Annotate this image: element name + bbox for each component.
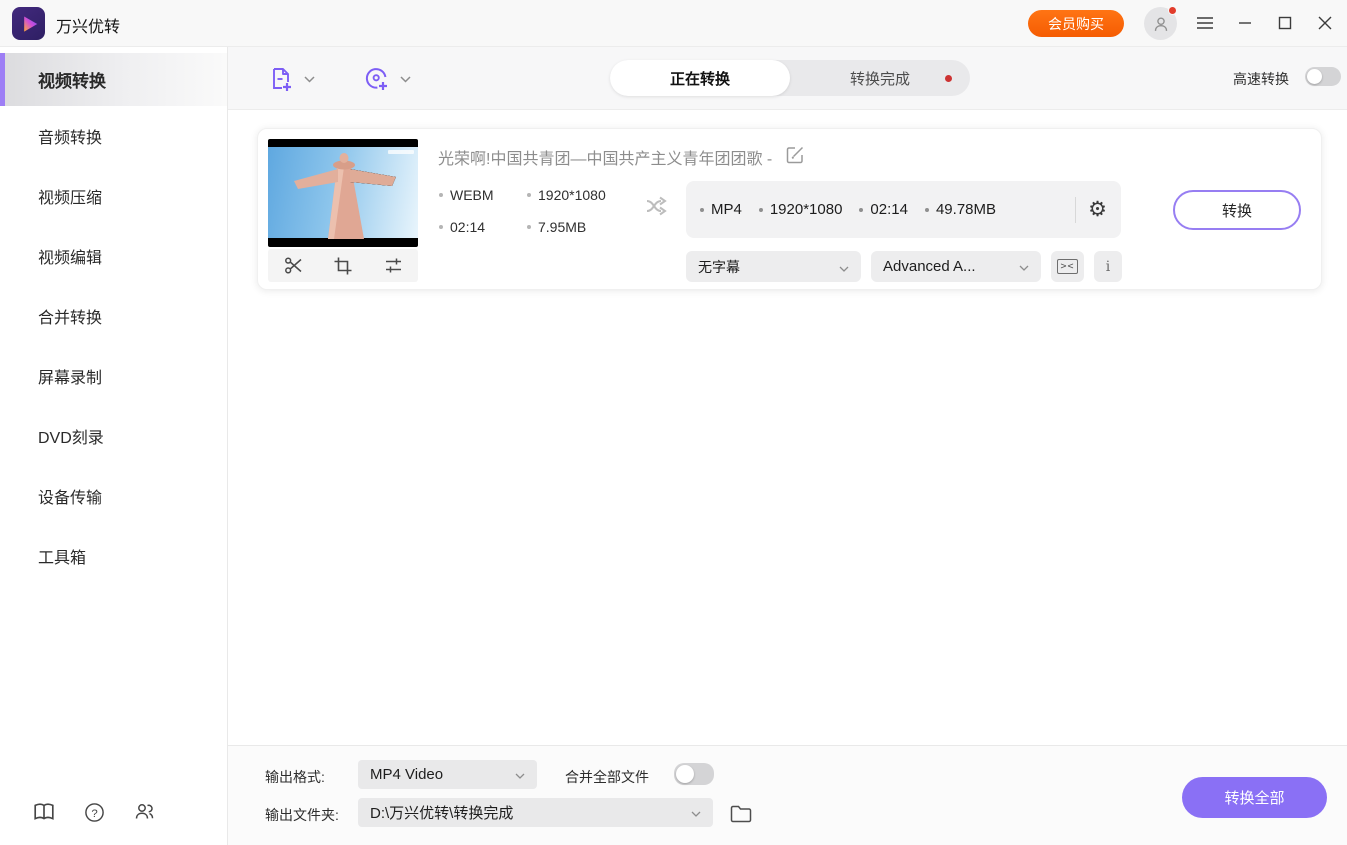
source-size: 7.95MB: [538, 219, 586, 235]
audio-dropdown[interactable]: Advanced A...: [871, 251, 1041, 282]
guide-book-icon[interactable]: [31, 799, 57, 825]
sidebar-footer: ?: [0, 799, 228, 829]
sidebar-item-video-convert[interactable]: 视频转换: [0, 53, 227, 106]
effects-sliders-icon[interactable]: [380, 253, 406, 279]
source-resolution: 1920*1080: [538, 187, 606, 203]
community-icon[interactable]: [131, 799, 157, 825]
sidebar-item-video-edit[interactable]: 视频编辑: [0, 226, 227, 286]
video-thumbnail: [268, 139, 418, 247]
convert-all-button[interactable]: 转换全部: [1182, 777, 1327, 818]
app-title: 万兴优转: [56, 13, 120, 37]
high-speed-label: 高速转换: [1233, 69, 1289, 89]
sidebar-item-device-transfer[interactable]: 设备传输: [0, 466, 227, 526]
settings-gear-icon[interactable]: ⚙: [1088, 199, 1107, 220]
sidebar-item-audio-convert[interactable]: 音频转换: [0, 106, 227, 166]
convert-button[interactable]: 转换: [1173, 190, 1301, 230]
person-icon: [1150, 13, 1172, 35]
title-bar: 万兴优转 会员购买: [0, 0, 1347, 47]
target-format: MP4: [711, 201, 742, 218]
svg-text:?: ?: [91, 807, 97, 819]
sidebar-item-screen-record[interactable]: 屏幕录制: [0, 346, 227, 406]
target-settings-box: MP4 1920*1080 02:14 49.78MB ⚙: [686, 181, 1121, 238]
edit-title-icon[interactable]: [786, 145, 805, 169]
menu-icon[interactable]: [1188, 8, 1222, 38]
add-disc-icon[interactable]: [361, 64, 391, 94]
source-duration: 02:14: [450, 219, 485, 235]
notification-dot: [1168, 6, 1177, 15]
open-folder-icon[interactable]: [728, 801, 754, 827]
minimize-icon[interactable]: [1228, 8, 1262, 38]
finished-badge-dot: [945, 75, 952, 82]
source-format: WEBM: [450, 187, 494, 203]
thumbnail-toolbar: [268, 249, 418, 282]
trim-scissors-icon[interactable]: [280, 253, 306, 279]
toolbar: 正在转换 转换完成 高速转换: [228, 47, 1347, 110]
tab-converting[interactable]: 正在转换: [610, 60, 790, 96]
task-title-text: 光荣啊!中国共青团—中国共产主义青年团团歌 -: [438, 145, 772, 169]
high-speed-toggle[interactable]: [1305, 67, 1341, 86]
output-settings-bar: 输出格式: MP4 Video 合并全部文件 输出文件夹: D:\万兴优转\转换…: [228, 745, 1347, 845]
target-duration: 02:14: [870, 201, 908, 218]
output-folder-label: 输出文件夹:: [265, 805, 339, 825]
source-info: WEBM 1920*1080 02:14 7.95MB: [439, 187, 606, 235]
add-file-chevron-icon[interactable]: [300, 64, 318, 94]
merge-all-toggle[interactable]: [674, 763, 714, 785]
thumbnail-watermark: [388, 150, 414, 154]
app-logo-icon: [12, 7, 45, 40]
tab-finished[interactable]: 转换完成: [790, 60, 970, 96]
convert-tabs: 正在转换 转换完成: [610, 60, 970, 96]
sidebar-item-toolbox[interactable]: 工具箱: [0, 526, 227, 586]
add-disc-chevron-icon[interactable]: [396, 64, 414, 94]
info-icon[interactable]: i: [1094, 251, 1122, 282]
close-icon[interactable]: [1308, 8, 1342, 38]
target-resolution: 1920*1080: [770, 201, 843, 218]
sidebar-item-merge-convert[interactable]: 合并转换: [0, 286, 227, 346]
sidebar: 视频转换 音频转换 视频压缩 视频编辑 合并转换 屏幕录制 DVD刻录 设备传输…: [0, 47, 228, 845]
help-icon[interactable]: ?: [81, 799, 107, 825]
task-list: 光荣啊!中国共青团—中国共产主义青年团团歌 - WEBM 1920*1080 0…: [228, 110, 1347, 745]
add-file-icon[interactable]: [266, 64, 296, 94]
output-folder-dropdown[interactable]: D:\万兴优转\转换完成: [358, 798, 713, 827]
sidebar-item-dvd-burn[interactable]: DVD刻录: [0, 406, 227, 466]
convert-direction-icon: [644, 193, 672, 224]
subtitle-dropdown[interactable]: 无字幕: [686, 251, 861, 282]
crop-icon[interactable]: [330, 253, 356, 279]
maximize-icon[interactable]: [1268, 8, 1302, 38]
task-title-row: 光荣啊!中国共青团—中国共产主义青年团团歌 -: [438, 145, 805, 169]
sidebar-item-video-compress[interactable]: 视频压缩: [0, 166, 227, 226]
merge-all-label: 合并全部文件: [565, 767, 649, 787]
compress-icon[interactable]: ><: [1051, 251, 1084, 282]
task-card: 光荣啊!中国共青团—中国共产主义青年团团歌 - WEBM 1920*1080 0…: [257, 128, 1322, 290]
membership-buy-button[interactable]: 会员购买: [1028, 10, 1124, 37]
target-size: 49.78MB: [936, 201, 996, 218]
output-format-label: 输出格式:: [265, 767, 325, 787]
output-format-dropdown[interactable]: MP4 Video: [358, 760, 537, 789]
